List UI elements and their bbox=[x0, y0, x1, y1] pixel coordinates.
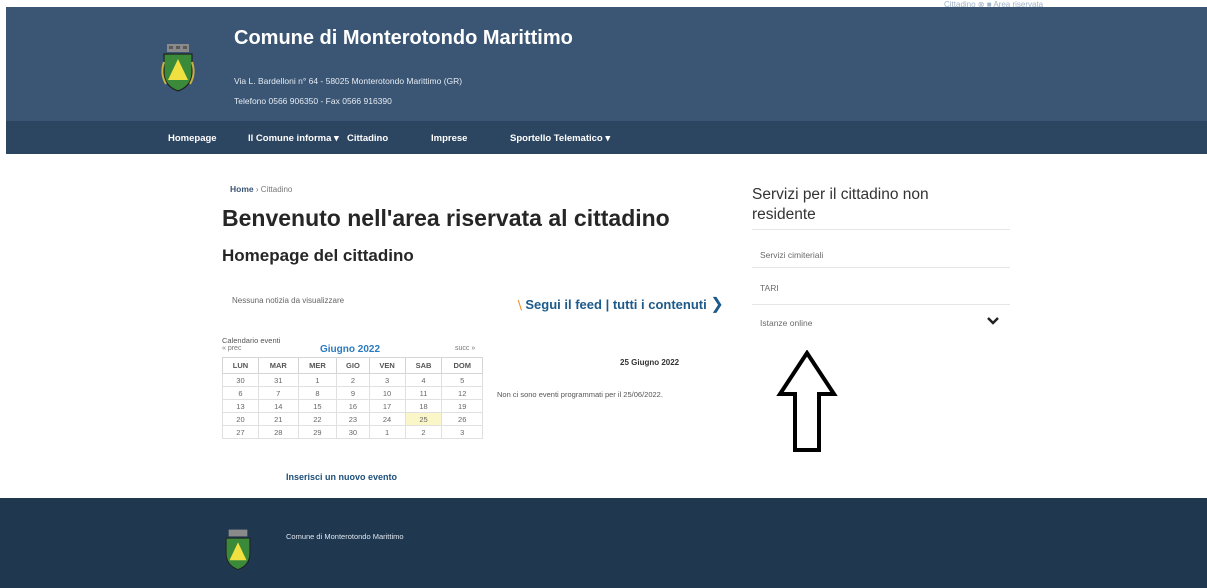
day-header: MER bbox=[297, 357, 338, 374]
calendar-header-row: LUN MAR MER GIO VEN SAB DOM bbox=[222, 357, 483, 374]
calendar-day[interactable]: 9 bbox=[336, 386, 370, 400]
main-navigation: Homepage Il Comune informa ▾ Cittadino I… bbox=[6, 121, 1207, 154]
calendar-month[interactable]: Giugno 2022 bbox=[320, 344, 380, 355]
calendar-week-row: 6 7 8 9 10 11 12 bbox=[222, 386, 483, 400]
calendar-next-link[interactable]: succ » bbox=[455, 345, 475, 352]
footer bbox=[0, 498, 1207, 588]
feed-links: ⧹ Segui il feed | tutti i contenuti ❯ bbox=[518, 294, 724, 314]
calendar-day[interactable]: 30 bbox=[222, 373, 259, 387]
calendar-week-row: 30 31 1 2 3 4 5 bbox=[222, 373, 483, 387]
calendar-day[interactable]: 4 bbox=[404, 373, 443, 387]
add-event-link[interactable]: Inserisci un nuovo evento bbox=[286, 472, 397, 482]
page-subtitle: Homepage del cittadino bbox=[222, 246, 414, 265]
calendar-day[interactable]: 10 bbox=[368, 386, 406, 400]
day-header: GIO bbox=[336, 357, 370, 374]
calendar-day[interactable]: 21 bbox=[257, 412, 299, 426]
day-header: LUN bbox=[222, 357, 259, 374]
divider bbox=[752, 304, 1010, 305]
calendar-day[interactable]: 2 bbox=[404, 425, 443, 439]
calendar-table: LUN MAR MER GIO VEN SAB DOM 30 31 1 2 3 … bbox=[222, 357, 483, 439]
nav-imprese[interactable]: Imprese bbox=[431, 133, 467, 144]
calendar-day[interactable]: 17 bbox=[368, 399, 406, 413]
calendar-day[interactable]: 26 bbox=[441, 412, 483, 426]
calendar-prev-link[interactable]: « prec bbox=[222, 345, 241, 352]
sidebar-item-istanze-online[interactable]: Istanze online bbox=[760, 318, 812, 328]
up-arrow-icon bbox=[776, 350, 838, 452]
calendar-day[interactable]: 31 bbox=[257, 373, 299, 387]
sidebar-item-tari[interactable]: TARI bbox=[760, 283, 779, 293]
coat-of-arms-icon bbox=[225, 529, 251, 571]
breadcrumb-separator: › bbox=[255, 185, 259, 194]
calendar-day[interactable]: 7 bbox=[257, 386, 299, 400]
calendar-day[interactable]: 28 bbox=[257, 425, 299, 439]
calendar-day[interactable]: 6 bbox=[222, 386, 259, 400]
follow-feed-link[interactable]: Segui il feed bbox=[525, 297, 602, 312]
nav-comune-informa[interactable]: Il Comune informa ▾ bbox=[248, 133, 339, 144]
breadcrumb-current: Cittadino bbox=[260, 185, 293, 194]
day-header: VEN bbox=[368, 357, 406, 374]
page-title: Benvenuto nell'area riservata al cittadi… bbox=[222, 205, 670, 231]
calendar-caption: Calendario eventi bbox=[222, 336, 281, 345]
selected-date-heading: 25 Giugno 2022 bbox=[620, 358, 680, 367]
no-events-message: Non ci sono eventi programmati per il 25… bbox=[497, 390, 663, 399]
nav-homepage[interactable]: Homepage bbox=[168, 133, 217, 144]
all-contents-link[interactable]: tutti i contenuti bbox=[613, 297, 707, 312]
nav-sportello-telematico[interactable]: Sportello Telematico ▾ bbox=[510, 133, 610, 144]
calendar-day-selected[interactable]: 25 bbox=[404, 412, 443, 426]
chevron-down-icon[interactable] bbox=[986, 315, 1000, 327]
calendar-day[interactable]: 30 bbox=[336, 425, 370, 439]
sidebar-title: Servizi per il cittadino non residente bbox=[752, 186, 929, 223]
breadcrumb: Home › Cittadino bbox=[230, 184, 292, 194]
calendar-day[interactable]: 19 bbox=[441, 399, 483, 413]
calendar-day[interactable]: 5 bbox=[441, 373, 483, 387]
calendar-week-row: 13 14 15 16 17 18 19 bbox=[222, 399, 483, 413]
chevron-right-icon[interactable]: ❯ bbox=[710, 296, 723, 313]
calendar-day[interactable]: 22 bbox=[297, 412, 338, 426]
calendar-day[interactable]: 3 bbox=[368, 373, 406, 387]
coat-of-arms-icon[interactable] bbox=[158, 44, 198, 92]
feed-separator: | bbox=[605, 297, 610, 312]
calendar-week-row: 20 21 22 23 24 25 26 bbox=[222, 412, 483, 426]
footer-site-name: Comune di Monterotondo Marittimo bbox=[286, 532, 404, 541]
header-user-area[interactable]: Cittadino ⊗ ■ Area riservata bbox=[944, 0, 1043, 9]
calendar-day[interactable]: 3 bbox=[441, 425, 483, 439]
site-title[interactable]: Comune di Monterotondo Marittimo bbox=[234, 27, 573, 50]
calendar-day[interactable]: 1 bbox=[368, 425, 406, 439]
site-phone: Telefono 0566 906350 - Fax 0566 916390 bbox=[234, 96, 392, 106]
day-header: SAB bbox=[404, 357, 443, 374]
no-news-message: Nessuna notizia da visualizzare bbox=[232, 296, 345, 305]
breadcrumb-home[interactable]: Home bbox=[230, 184, 254, 194]
calendar-day[interactable]: 27 bbox=[222, 425, 259, 439]
divider bbox=[752, 267, 1010, 268]
calendar-day[interactable]: 15 bbox=[297, 399, 338, 413]
calendar-day[interactable]: 8 bbox=[297, 386, 338, 400]
calendar-day[interactable]: 1 bbox=[297, 373, 338, 387]
calendar-day[interactable]: 29 bbox=[297, 425, 338, 439]
nav-cittadino[interactable]: Cittadino bbox=[347, 133, 388, 144]
calendar-day[interactable]: 11 bbox=[404, 386, 443, 400]
sidebar-item-servizi-cimiteriali[interactable]: Servizi cimiteriali bbox=[760, 250, 823, 260]
calendar-week-row: 27 28 29 30 1 2 3 bbox=[222, 425, 483, 439]
calendar-day[interactable]: 24 bbox=[368, 412, 406, 426]
day-header: MAR bbox=[257, 357, 299, 374]
site-address: Via L. Bardelloni n° 64 - 58025 Monterot… bbox=[234, 76, 463, 86]
calendar-day[interactable]: 16 bbox=[336, 399, 370, 413]
calendar-day[interactable]: 20 bbox=[222, 412, 259, 426]
calendar-day[interactable]: 14 bbox=[257, 399, 299, 413]
calendar-day[interactable]: 23 bbox=[336, 412, 370, 426]
calendar-day[interactable]: 2 bbox=[336, 373, 370, 387]
day-header: DOM bbox=[441, 357, 483, 374]
divider bbox=[752, 229, 1010, 230]
calendar-day[interactable]: 13 bbox=[222, 399, 259, 413]
calendar-day[interactable]: 12 bbox=[441, 386, 483, 400]
rss-icon[interactable]: ⧹ bbox=[518, 300, 522, 312]
calendar-day[interactable]: 18 bbox=[404, 399, 443, 413]
